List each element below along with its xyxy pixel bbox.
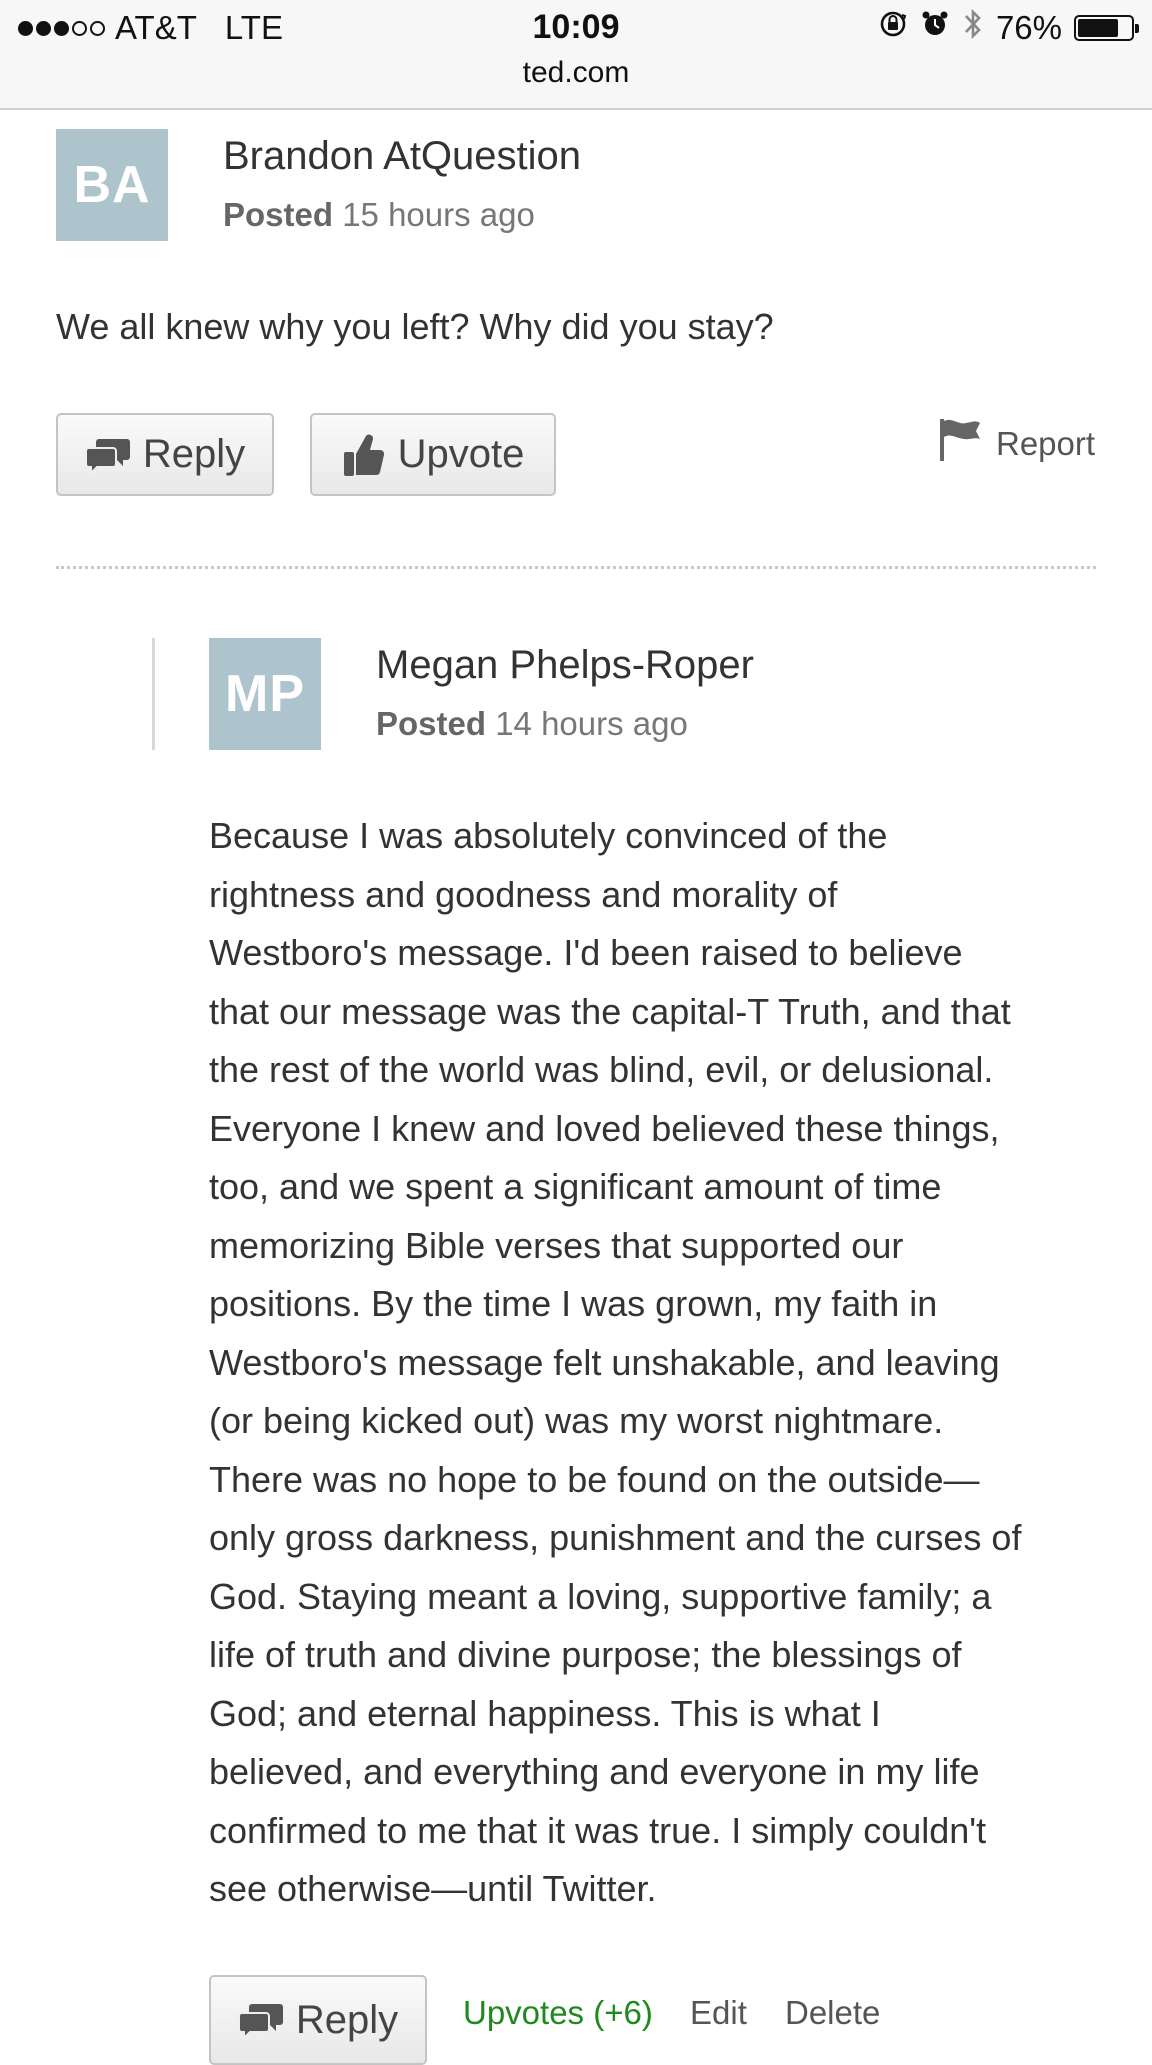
comment-text-line: only gross darkness, punishment and the … bbox=[209, 1517, 1022, 1558]
comment-text-line: There was no hope to be found on the out… bbox=[209, 1458, 980, 1500]
battery-tip bbox=[1135, 24, 1139, 33]
posted-time: 15 hours ago bbox=[342, 196, 535, 233]
speech-bubbles-icon bbox=[237, 2000, 284, 2040]
upvote-button-label: Upvote bbox=[397, 432, 525, 476]
rotation-lock-icon bbox=[878, 9, 908, 47]
flag-icon bbox=[938, 417, 982, 471]
status-bar: AT&T LTE 10:09 76% ted.com bbox=[0, 0, 1152, 110]
comment-text-line: (or being kicked out) was my worst night… bbox=[209, 1400, 944, 1441]
reply-indent-rule bbox=[152, 638, 155, 750]
avatar[interactable]: MP bbox=[209, 638, 321, 750]
comment-divider bbox=[56, 566, 1096, 569]
posted-label: Posted bbox=[223, 196, 334, 233]
comment-text-line: memorizing Bible verses that supported o… bbox=[209, 1224, 904, 1266]
comment-text-line: Westboro's message felt unshakable, and … bbox=[209, 1341, 1000, 1383]
speech-bubbles-icon bbox=[84, 435, 131, 475]
comment-text-line: believed, and everything and everyone in… bbox=[209, 1751, 980, 1792]
battery-percent: 76% bbox=[995, 9, 1062, 46]
posted-label: Posted bbox=[376, 705, 487, 742]
comment-text-line: positions. By the time I was grown, my f… bbox=[209, 1283, 938, 1324]
alarm-icon bbox=[920, 9, 950, 47]
status-right: 76% bbox=[878, 7, 1139, 49]
comment-timestamp: Posted 15 hours ago bbox=[223, 196, 535, 234]
comment-text-line: Westboro's message. I'd been raised to b… bbox=[209, 932, 963, 973]
thumbs-up-icon bbox=[342, 432, 386, 478]
posted-time: 14 hours ago bbox=[495, 705, 688, 742]
battery-fill bbox=[1078, 19, 1118, 37]
address-bar-url[interactable]: ted.com bbox=[0, 56, 1152, 90]
comment-text-line: see otherwise—until Twitter. bbox=[209, 1868, 657, 1909]
comment-text-line: that our message was the capital-T Truth… bbox=[209, 990, 1011, 1032]
comment-timestamp: Posted 14 hours ago bbox=[376, 705, 688, 743]
comment-text-line: God. Staying meant a loving, supportive … bbox=[209, 1575, 992, 1617]
reply-button[interactable]: Reply bbox=[56, 413, 274, 496]
comment-text-line: too, and we spent a significant amount o… bbox=[209, 1166, 942, 1207]
comment-author[interactable]: Brandon AtQuestion bbox=[223, 134, 581, 179]
report-link[interactable]: Report bbox=[938, 417, 1095, 471]
comment-text: Because I was absolutely convinced of th… bbox=[209, 807, 1129, 1919]
avatar[interactable]: BA bbox=[56, 129, 168, 241]
upvotes-count[interactable]: Upvotes (+6) bbox=[463, 1993, 653, 2033]
comment-text-line: Because I was absolutely convinced of th… bbox=[209, 815, 888, 856]
reply-button-label: Reply bbox=[142, 432, 246, 476]
delete-link[interactable]: Delete bbox=[785, 1993, 880, 2033]
battery-icon bbox=[1074, 15, 1139, 41]
comment-text-line: Everyone I knew and loved believed these… bbox=[209, 1107, 1000, 1149]
comment-text-line: rightness and goodness and morality of bbox=[209, 873, 838, 915]
edit-link[interactable]: Edit bbox=[690, 1993, 747, 2033]
comment-text-line: confirmed to me that it was true. I simp… bbox=[209, 1809, 987, 1851]
upvote-button[interactable]: Upvote bbox=[310, 413, 556, 496]
bluetooth-icon bbox=[962, 7, 984, 49]
comment-author[interactable]: Megan Phelps-Roper bbox=[376, 643, 754, 688]
comment-text: We all knew why you left? Why did you st… bbox=[56, 306, 774, 347]
reply-button-label: Reply bbox=[295, 1997, 399, 2042]
comment-text-line: God; and eternal happiness. This is what… bbox=[209, 1692, 881, 1734]
reply-button[interactable]: Reply bbox=[209, 1975, 427, 2065]
report-label: Report bbox=[996, 425, 1096, 462]
comment-text-line: life of truth and divine purpose; the bl… bbox=[209, 1634, 962, 1675]
comment-text-line: the rest of the world was blind, evil, o… bbox=[209, 1049, 994, 1090]
